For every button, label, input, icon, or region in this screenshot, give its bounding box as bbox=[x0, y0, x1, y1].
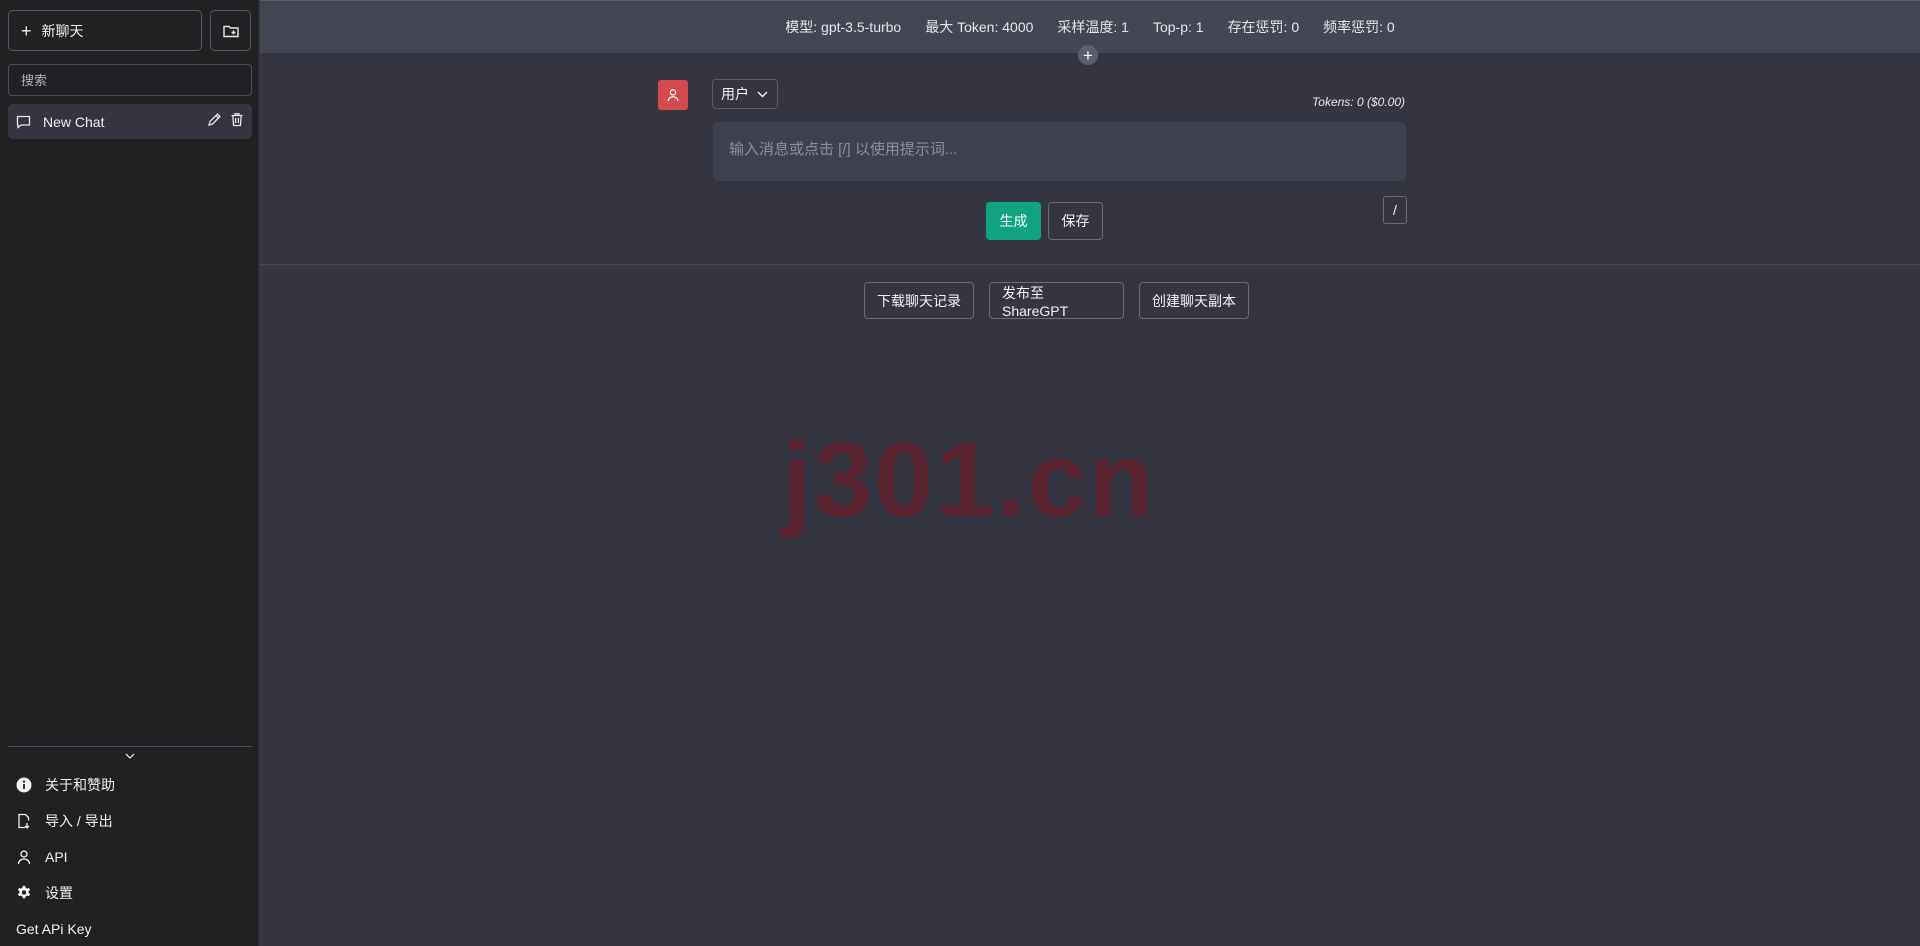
config-top-p: Top-p: 1 bbox=[1152, 18, 1204, 35]
sidebar-item-about[interactable]: 关于和赞助 bbox=[8, 767, 252, 803]
sidebar: + 新聊天 New Chat bbox=[0, 0, 259, 946]
sidebar-menu: 关于和赞助 导入 / 导出 API 设置 Get APi Key bbox=[8, 767, 252, 946]
sidebar-item-label: 关于和赞助 bbox=[45, 777, 115, 793]
sidebar-divider bbox=[8, 746, 252, 747]
sidebar-item-label: Get APi Key bbox=[16, 921, 92, 937]
chat-bubble-icon bbox=[16, 115, 31, 129]
edit-icon[interactable] bbox=[207, 112, 222, 127]
get-api-key-link[interactable]: Get APi Key bbox=[8, 911, 252, 946]
new-folder-button[interactable] bbox=[210, 10, 251, 51]
role-dropdown[interactable]: 用户 bbox=[712, 79, 778, 109]
chat-list-item[interactable]: New Chat bbox=[8, 104, 252, 139]
sidebar-item-api[interactable]: API bbox=[8, 839, 252, 875]
person-icon bbox=[16, 849, 32, 865]
person-icon bbox=[666, 88, 680, 102]
new-chat-label: 新聊天 bbox=[41, 22, 84, 39]
collapse-chevron-icon[interactable] bbox=[122, 749, 138, 763]
plus-icon: + bbox=[21, 20, 32, 41]
watermark-text: j301.cn bbox=[782, 421, 1156, 539]
save-button[interactable]: 保存 bbox=[1048, 202, 1103, 240]
token-count: Tokens: 0 ($0.00) bbox=[1312, 95, 1405, 109]
sidebar-item-import-export[interactable]: 导入 / 导出 bbox=[8, 803, 252, 839]
download-chat-button[interactable]: 下载聊天记录 bbox=[864, 282, 974, 319]
section-divider bbox=[260, 264, 1920, 265]
config-temperature: 采样温度: 1 bbox=[1057, 18, 1129, 35]
main-panel: 模型: gpt-3.5-turbo 最大 Token: 4000 采样温度: 1… bbox=[260, 0, 1920, 946]
config-model: 模型: gpt-3.5-turbo bbox=[785, 18, 902, 35]
search-input[interactable] bbox=[8, 64, 252, 96]
share-to-sharegpt-button[interactable]: 发布至 ShareGPT bbox=[989, 282, 1124, 319]
sidebar-item-label: 导入 / 导出 bbox=[45, 813, 113, 829]
sidebar-item-label: API bbox=[45, 849, 68, 865]
config-presence-penalty: 存在惩罚: 0 bbox=[1227, 18, 1300, 35]
chat-actions bbox=[207, 112, 244, 127]
import-export-icon bbox=[16, 813, 32, 829]
folder-plus-icon bbox=[222, 24, 239, 38]
chevron-down-icon bbox=[757, 91, 768, 98]
generate-button[interactable]: 生成 bbox=[986, 202, 1041, 240]
sidebar-item-label: 设置 bbox=[45, 885, 73, 901]
config-frequency-penalty: 频率惩罚: 0 bbox=[1323, 18, 1395, 35]
role-label: 用户 bbox=[721, 86, 749, 102]
message-input[interactable] bbox=[713, 122, 1406, 181]
prompt-library-button[interactable]: / bbox=[1383, 196, 1407, 224]
user-avatar bbox=[658, 80, 688, 110]
gear-icon bbox=[16, 885, 32, 901]
add-message-plus-icon[interactable]: + bbox=[1078, 45, 1098, 65]
trash-icon[interactable] bbox=[230, 112, 244, 127]
config-max-tokens: 最大 Token: 4000 bbox=[925, 18, 1034, 35]
new-chat-button[interactable]: + 新聊天 bbox=[8, 10, 202, 51]
chat-title: New Chat bbox=[43, 113, 105, 130]
app-root: + 新聊天 New Chat bbox=[0, 0, 1920, 946]
sidebar-item-settings[interactable]: 设置 bbox=[8, 875, 252, 911]
info-icon bbox=[16, 777, 32, 793]
clone-chat-button[interactable]: 创建聊天副本 bbox=[1139, 282, 1249, 319]
